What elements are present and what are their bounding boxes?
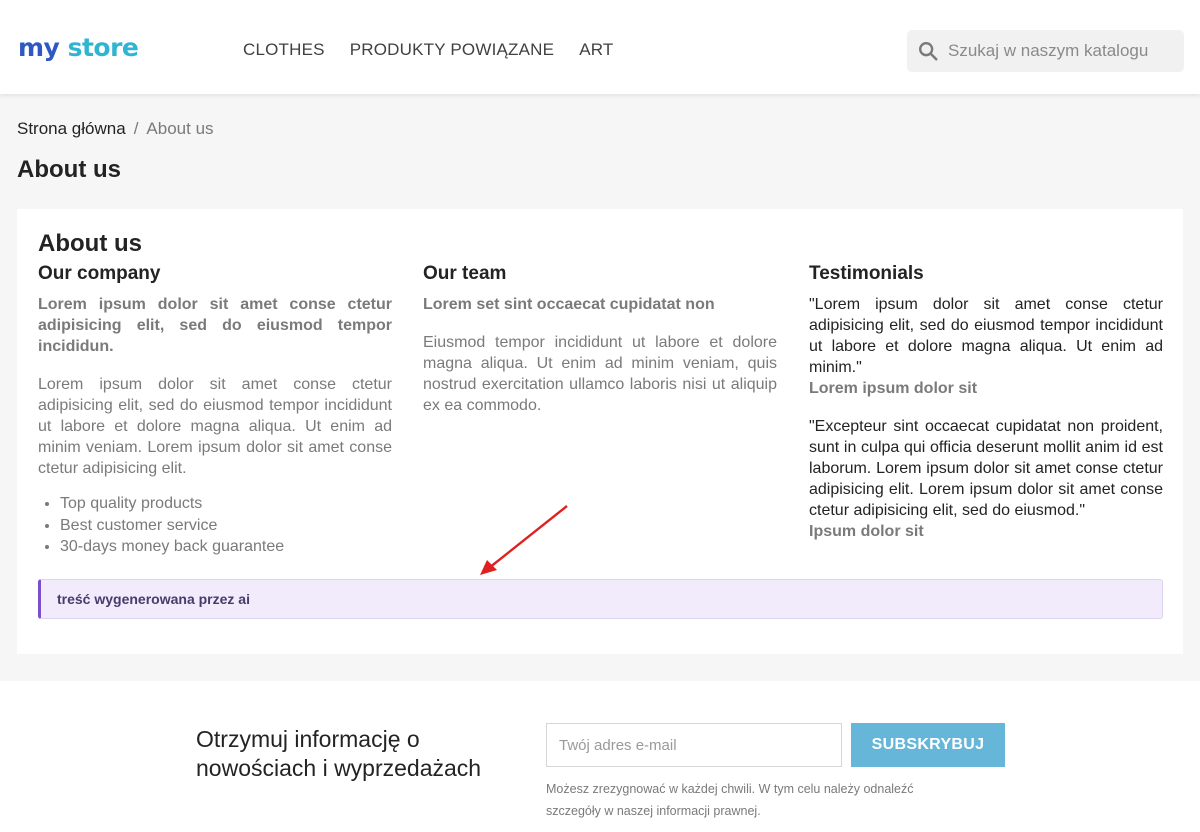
newsletter-email-field[interactable]: [546, 723, 842, 767]
logo-word-my: my: [18, 33, 60, 62]
content-card: About us Our company Lorem ipsum dolor s…: [17, 209, 1183, 654]
list-item: Best customer service: [60, 515, 392, 537]
newsletter-section: Otrzymuj informację o nowościach i wyprz…: [0, 681, 1200, 832]
search-input[interactable]: [948, 41, 1168, 61]
list-item: 30-days money back guarantee: [60, 536, 392, 558]
search-icon[interactable]: [917, 40, 939, 62]
nav-item-art[interactable]: ART: [579, 40, 613, 60]
page-title: About us: [17, 156, 121, 183]
nav-item-related-products[interactable]: PRODUKTY POWIĄZANE: [350, 40, 554, 60]
ai-generated-note: treść wygenerowana przez ai: [38, 579, 1163, 619]
breadcrumb-current: About us: [146, 119, 214, 138]
annotation-arrow-icon: [480, 505, 568, 575]
our-team-lead: Lorem set sint occaecat cupidatat non: [423, 296, 715, 313]
nav-item-clothes[interactable]: CLOTHES: [243, 40, 325, 60]
feature-list: Top quality products Best customer servi…: [60, 493, 392, 558]
our-company-body: Lorem ipsum dolor sit amet conse ctetur …: [38, 376, 392, 477]
newsletter-info: Możesz zrezygnować w każdej chwili. W ty…: [546, 782, 914, 818]
subscribe-button[interactable]: SUBSKRYBUJ: [851, 723, 1005, 767]
our-company-column: Our company Lorem ipsum dolor sit amet c…: [38, 262, 392, 558]
testimonial-author: Lorem ipsum dolor sit: [809, 380, 978, 397]
content-title: About us: [38, 230, 142, 257]
testimonials-column: Testimonials "Lorem ipsum dolor sit amet…: [809, 262, 1163, 559]
site-header: my store CLOTHES PRODUKTY POWIĄZANE ART: [0, 0, 1200, 94]
search-box: [907, 30, 1184, 72]
our-company-lead: Lorem ipsum dolor sit amet conse ctetur …: [38, 296, 392, 355]
testimonials-heading: Testimonials: [809, 263, 924, 284]
testimonial-author: Ipsum dolor sit: [809, 523, 924, 540]
our-team-heading: Our team: [423, 263, 507, 284]
breadcrumb: Strona główna / About us: [17, 119, 214, 139]
newsletter-title: Otrzymuj informację o nowościach i wyprz…: [196, 726, 482, 781]
testimonial-quote: "Lorem ipsum dolor sit amet conse ctetur…: [809, 296, 1163, 376]
testimonial-quote: "Excepteur sint occaecat cupidatat non p…: [809, 418, 1163, 519]
our-company-heading: Our company: [38, 263, 161, 284]
list-item: Top quality products: [60, 493, 392, 515]
breadcrumb-home[interactable]: Strona główna: [17, 119, 126, 138]
our-team-body: Eiusmod tempor incididunt ut labore et d…: [423, 334, 777, 414]
store-logo[interactable]: my store: [18, 33, 139, 63]
our-team-column: Our team Lorem set sint occaecat cupidat…: [423, 262, 777, 416]
breadcrumb-separator: /: [133, 119, 139, 138]
main-nav: CLOTHES PRODUKTY POWIĄZANE ART: [243, 40, 613, 60]
logo-word-store: store: [67, 33, 139, 62]
